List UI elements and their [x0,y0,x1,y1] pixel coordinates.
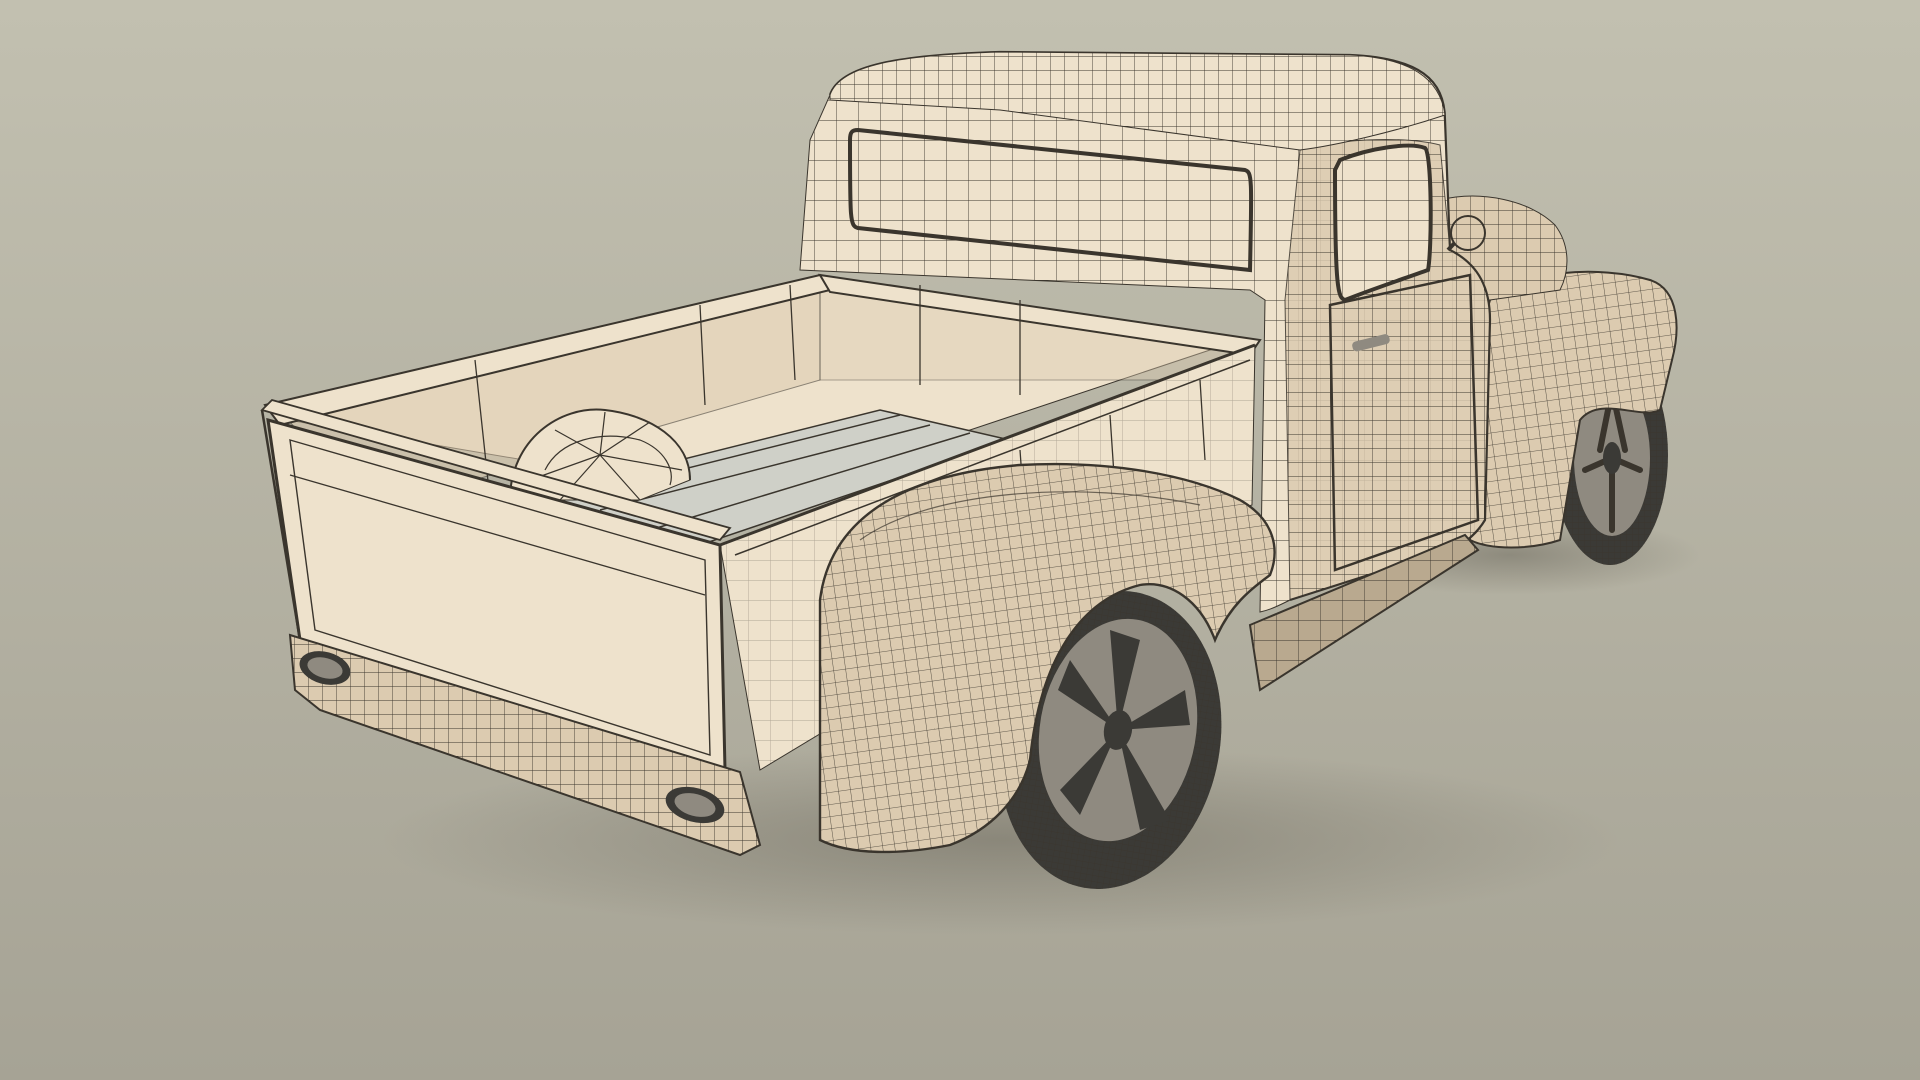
truck-wireframe-scene [0,0,1920,1080]
render-viewport [0,0,1920,1080]
